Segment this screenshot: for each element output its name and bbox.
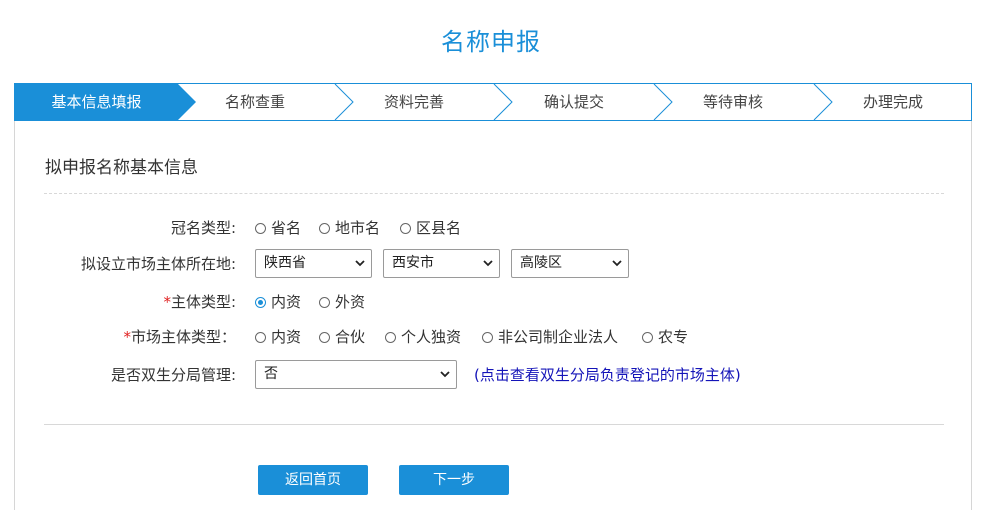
market-entity-type-label: *市场主体类型： <box>123 328 236 346</box>
crown-type-radio-county[interactable]: 区县名 <box>400 213 461 243</box>
chevron-down-icon <box>483 260 493 267</box>
chevron-right-icon <box>493 84 513 120</box>
radio-icon[interactable] <box>385 332 396 343</box>
chevron-right-icon <box>653 84 673 120</box>
dual-branch-label: 是否双生分局管理: <box>110 366 236 384</box>
form-panel: 拟申报名称基本信息 冠名类型: 省名 地市名 区县名 拟设立市场主体所在地: 陕… <box>14 121 972 510</box>
chevron-right-icon <box>334 84 354 120</box>
progress-steps: 基本信息填报 名称查重 资料完善 确认提交 等待审核 办理完成 <box>14 83 972 121</box>
entity-type-row: *主体类型: 内资 外资 <box>15 287 973 317</box>
section-title: 拟申报名称基本信息 <box>45 158 198 178</box>
step-materials: 资料完善 <box>383 93 444 111</box>
step-complete: 办理完成 <box>862 93 923 111</box>
dual-branch-select[interactable]: 否 <box>255 360 457 389</box>
market-type-radio-non-company-legal[interactable]: 非公司制企业法人 <box>482 322 618 352</box>
district-select[interactable]: 高陵区 <box>511 249 629 278</box>
city-select[interactable]: 西安市 <box>383 249 500 278</box>
market-type-radio-partnership[interactable]: 合伙 <box>319 322 365 352</box>
province-select[interactable]: 陕西省 <box>255 249 372 278</box>
radio-icon[interactable] <box>319 297 330 308</box>
chevron-right-icon <box>813 84 833 120</box>
radio-icon[interactable] <box>255 332 266 343</box>
market-type-radio-domestic[interactable]: 内资 <box>255 322 301 352</box>
chevron-down-icon <box>440 371 450 378</box>
chevron-down-icon <box>612 260 622 267</box>
step-confirm-submit: 确认提交 <box>543 93 604 111</box>
step-basic-info: 基本信息填报 <box>15 84 178 120</box>
entity-type-radio-foreign[interactable]: 外资 <box>319 287 365 317</box>
crown-type-label: 冠名类型: <box>170 219 236 237</box>
radio-icon[interactable] <box>319 223 330 234</box>
step-name-check: 名称查重 <box>224 93 285 111</box>
next-step-button[interactable]: 下一步 <box>399 465 509 495</box>
radio-icon[interactable] <box>642 332 653 343</box>
crown-type-row: 冠名类型: 省名 地市名 区县名 <box>15 213 973 243</box>
entity-type-radio-domestic[interactable]: 内资 <box>255 287 301 317</box>
dual-branch-row: 是否双生分局管理: 否 (点击查看双生分局负责登记的市场主体) <box>15 360 973 390</box>
page-title: 名称申报 <box>441 28 541 56</box>
market-entity-type-row: *市场主体类型： 内资 合伙 个人独资 非公司制企业法人 农专 <box>15 322 973 352</box>
radio-icon[interactable] <box>255 223 266 234</box>
back-home-button[interactable]: 返回首页 <box>258 465 368 495</box>
location-label: 拟设立市场主体所在地: <box>80 255 236 273</box>
radio-icon[interactable] <box>319 332 330 343</box>
radio-icon[interactable] <box>482 332 493 343</box>
dual-branch-info-link[interactable]: (点击查看双生分局负责登记的市场主体) <box>474 360 741 390</box>
chevron-down-icon <box>355 260 365 267</box>
radio-checked-icon[interactable] <box>255 297 266 308</box>
location-row: 拟设立市场主体所在地: 陕西省 西安市 高陵区 <box>15 249 973 279</box>
crown-type-radio-province[interactable]: 省名 <box>255 213 301 243</box>
section-divider <box>44 193 944 194</box>
radio-icon[interactable] <box>400 223 411 234</box>
step-arrow-active <box>176 84 196 120</box>
step-await-review: 等待审核 <box>702 93 763 111</box>
crown-type-radio-city[interactable]: 地市名 <box>319 213 380 243</box>
entity-type-label: *主体类型: <box>163 293 236 311</box>
market-type-radio-sole-proprietor[interactable]: 个人独资 <box>385 322 461 352</box>
form-divider <box>44 424 944 425</box>
market-type-radio-farmer-coop[interactable]: 农专 <box>642 322 688 352</box>
